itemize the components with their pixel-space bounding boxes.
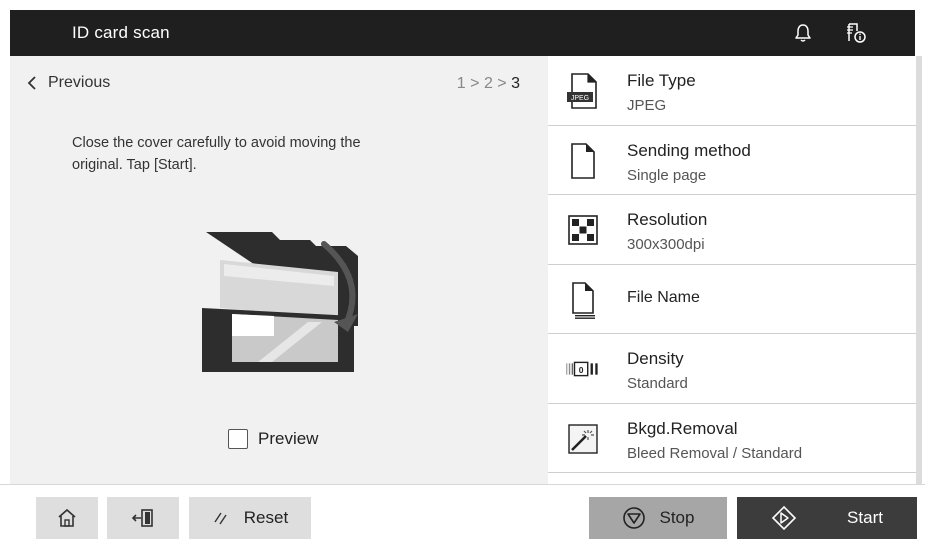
preview-label: Preview (258, 429, 319, 448)
checker-icon (566, 210, 600, 250)
setting-resolution[interactable]: Resolution 300x300dpi (548, 195, 916, 265)
svg-text:JPEG: JPEG (571, 95, 589, 102)
step-separator: > (470, 75, 480, 92)
checkbox-box[interactable] (228, 429, 248, 449)
setting-value: Standard (627, 375, 688, 392)
setting-label: File Name (627, 288, 700, 306)
home-icon (58, 508, 76, 527)
preview-checkbox[interactable]: Preview (228, 429, 318, 449)
chevron-left-icon (27, 76, 36, 90)
instruction-panel: Previous 1 > 2 > 3 Close the cover caref… (10, 56, 548, 484)
file-name-icon (566, 280, 600, 320)
setting-file-type[interactable]: JPEG File Type JPEG (548, 56, 916, 126)
svg-text:0: 0 (579, 365, 584, 375)
previous-button[interactable]: Previous (26, 74, 110, 92)
step-separator: > (497, 75, 507, 92)
step-2: 2 (483, 75, 493, 92)
step-1: 1 (456, 75, 466, 92)
jpeg-file-icon: JPEG (566, 71, 600, 111)
settings-list: JPEG File Type JPEG Sending method Singl… (548, 56, 922, 484)
start-label: Start (847, 508, 883, 527)
setting-label: Density (627, 349, 684, 368)
footer-divider (0, 484, 925, 485)
header-bar: ID card scan (10, 10, 915, 56)
previous-label: Previous (48, 74, 111, 91)
logout-icon (131, 509, 153, 527)
setting-density[interactable]: 0 Density Standard (548, 334, 916, 404)
reset-button[interactable]: Reset (189, 497, 311, 539)
setting-sending-method[interactable]: Sending method Single page (548, 126, 916, 195)
stop-icon (622, 507, 645, 529)
page-title: ID card scan (72, 23, 170, 42)
bell-icon[interactable] (788, 18, 818, 48)
bkgd-removal-icon (566, 419, 600, 459)
job-info-icon[interactable] (841, 18, 871, 48)
setting-label: Sending method (627, 140, 751, 160)
start-button[interactable]: Start (737, 497, 917, 539)
setting-file-name[interactable]: File Name (548, 265, 916, 334)
home-button[interactable] (36, 497, 98, 539)
setting-value: 300x300dpi (627, 236, 705, 253)
page-icon (566, 141, 600, 181)
step-3: 3 (511, 75, 520, 92)
setting-label: Bkgd.Removal (627, 418, 738, 438)
reset-label: Reset (243, 508, 289, 527)
scanner-illustration (202, 232, 358, 372)
setting-value: JPEG (627, 97, 667, 114)
stop-label: Stop (659, 508, 695, 527)
setting-label: Resolution (627, 210, 708, 229)
instruction-text: Close the cover carefully to avoid movin… (72, 135, 361, 173)
reset-icon (214, 512, 227, 525)
density-icon: 0 (566, 349, 600, 389)
setting-bkgd-removal[interactable]: Bkgd.Removal Bleed Removal / Standard (548, 404, 916, 473)
start-icon (771, 505, 797, 531)
step-indicator: 1 > 2 > 3 (457, 75, 520, 93)
stop-button[interactable]: Stop (589, 497, 727, 539)
setting-label: File Type (627, 71, 696, 90)
setting-value: Single page (627, 166, 707, 184)
logout-button[interactable] (107, 497, 179, 539)
setting-value: Bleed Removal / Standard (627, 444, 803, 462)
